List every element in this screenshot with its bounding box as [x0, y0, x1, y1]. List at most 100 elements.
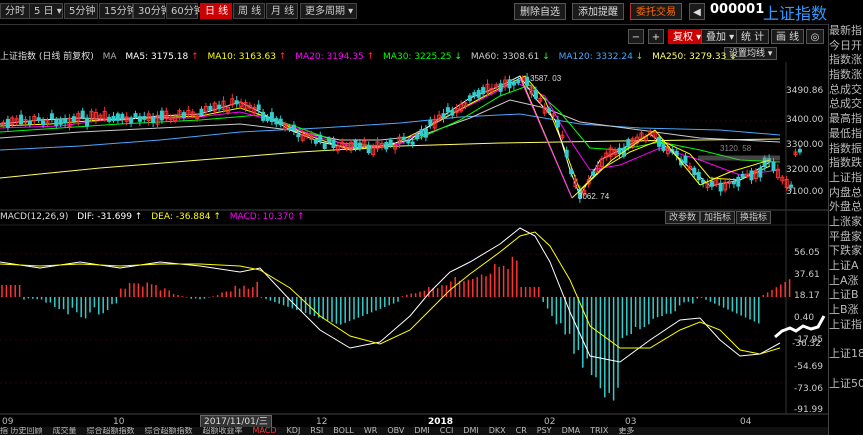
add-indicator-button[interactable]: 加指标 — [700, 211, 736, 224]
candle-body — [564, 149, 569, 157]
candle-body — [111, 115, 116, 121]
candle-body — [58, 118, 63, 125]
x-axis-label: 2018 — [428, 417, 454, 427]
candle-body — [27, 120, 32, 125]
quote-field-label: 上B涨 — [829, 303, 859, 317]
price-label-3200: 3200.00 — [786, 165, 824, 175]
macd-axis-label: 56.05 — [794, 248, 820, 258]
candle-body — [129, 117, 134, 123]
candle-body — [142, 116, 147, 120]
indicator-tab[interactable]: DKX — [489, 427, 506, 435]
candle-body — [85, 117, 90, 127]
candle-body — [749, 170, 754, 181]
indicator-tab[interactable]: 综合超额指数 — [87, 427, 135, 435]
macd-axis-label: 18.17 — [794, 291, 820, 301]
candle-body — [313, 139, 318, 144]
indicator-tab[interactable]: KDJ — [287, 427, 301, 435]
x-axis-label: 12 — [316, 417, 328, 427]
quote-field-label: 上证18 — [829, 347, 863, 361]
candle-body — [472, 92, 477, 97]
indicator-tab[interactable]: DMI — [463, 427, 478, 435]
candle-body — [353, 140, 358, 149]
indicator-tab[interactable]: BOLL — [333, 427, 354, 435]
x-axis-label: 02 — [544, 417, 556, 427]
candle-body — [661, 142, 666, 151]
candle-body — [533, 90, 538, 99]
candle-body — [718, 182, 723, 192]
candle-body — [516, 79, 521, 84]
quote-field-label: 最低指 — [829, 126, 862, 140]
indicator-tab[interactable]: 综合超额指数 — [145, 427, 193, 435]
indicator-tab[interactable]: PSY — [537, 427, 552, 435]
quote-field-label: 内盘总 — [829, 185, 862, 199]
candle-body — [107, 116, 112, 122]
candle-body — [525, 76, 530, 86]
indicator-tab[interactable]: 成交量 — [53, 427, 77, 435]
switch-indicator-button[interactable]: 换指标 — [736, 211, 772, 224]
quote-field-label: 总成交 — [829, 82, 862, 96]
candle-body — [5, 118, 10, 128]
indicator-tab[interactable]: 指 历史回顾 — [0, 427, 43, 435]
x-axis-label: 10 — [113, 417, 125, 427]
candle-body — [555, 119, 560, 128]
candle-body — [115, 113, 120, 121]
x-axis-label: 09 — [2, 417, 14, 427]
quote-field-label — [829, 332, 863, 347]
candle-body — [731, 181, 736, 185]
mid-annotation: 3120. 58 — [720, 144, 752, 153]
candle-body — [406, 140, 411, 144]
candle-body — [683, 155, 688, 164]
candle-body — [476, 89, 481, 98]
quote-field-label: 平盘家 — [829, 229, 862, 243]
x-axis-label: 03 — [625, 417, 637, 427]
candle-body — [701, 179, 706, 184]
candle-body — [137, 116, 142, 122]
macd-axis-label: 0.40 — [794, 313, 815, 323]
candle-body — [159, 110, 164, 121]
change-params-button[interactable]: 改参数 — [665, 211, 701, 224]
macd-legend: MACD(12,26,9) DIF: -31.699 ↑ DEA: -36.88… — [0, 212, 311, 224]
quote-field-label: 下跌家 — [829, 244, 862, 258]
candle-body — [269, 112, 274, 122]
candle-body — [467, 95, 472, 101]
indicator-tab[interactable]: 超额收益率 — [203, 427, 243, 435]
indicator-tab[interactable]: CCI — [440, 427, 454, 435]
price-label-3300: 3300.00 — [786, 140, 824, 150]
candle-body — [547, 108, 552, 113]
quote-field-label — [829, 362, 863, 377]
quote-field-label: 上证A — [829, 259, 859, 272]
indicator-tab[interactable]: WR — [364, 427, 377, 435]
candle-body — [357, 142, 362, 149]
candle-body — [318, 134, 323, 142]
indicator-tab[interactable]: 更多 — [618, 427, 634, 435]
indicator-tab[interactable]: OBV — [387, 427, 404, 435]
candle-body — [120, 113, 125, 120]
indicator-tab[interactable]: TRIX — [590, 427, 608, 435]
candle-body — [736, 176, 741, 187]
candle-body — [19, 114, 24, 125]
indicator-tab[interactable]: MACD — [253, 427, 277, 435]
quote-field-label: 上A涨 — [829, 273, 859, 287]
low-annotation: 3062. 74 — [578, 192, 610, 201]
candle-body — [441, 113, 446, 119]
high-annotation: 3587. 03 — [530, 74, 562, 83]
candle-body — [450, 110, 455, 116]
indicator-tab[interactable]: DMA — [562, 427, 581, 435]
candle-body — [322, 143, 327, 149]
x-axis-label: 04 — [740, 417, 752, 427]
indicator-tab[interactable]: RSI — [310, 427, 323, 435]
candle-body — [696, 171, 701, 181]
quote-field-label: 指数涨 — [829, 68, 862, 82]
candle-body — [445, 107, 450, 113]
candle-body — [740, 173, 745, 178]
macd-axis-label: 37.61 — [794, 270, 820, 280]
candle-body — [291, 124, 296, 131]
candle-body — [410, 141, 415, 145]
price-label-3400: 3400.00 — [786, 115, 824, 125]
candle-body — [261, 111, 266, 121]
indicator-tab[interactable]: CR — [516, 427, 527, 435]
candle-body — [388, 139, 393, 147]
indicator-tab[interactable]: DMI — [414, 427, 429, 435]
quote-field-label: 最新指 — [829, 24, 862, 37]
candle-body — [256, 104, 261, 111]
